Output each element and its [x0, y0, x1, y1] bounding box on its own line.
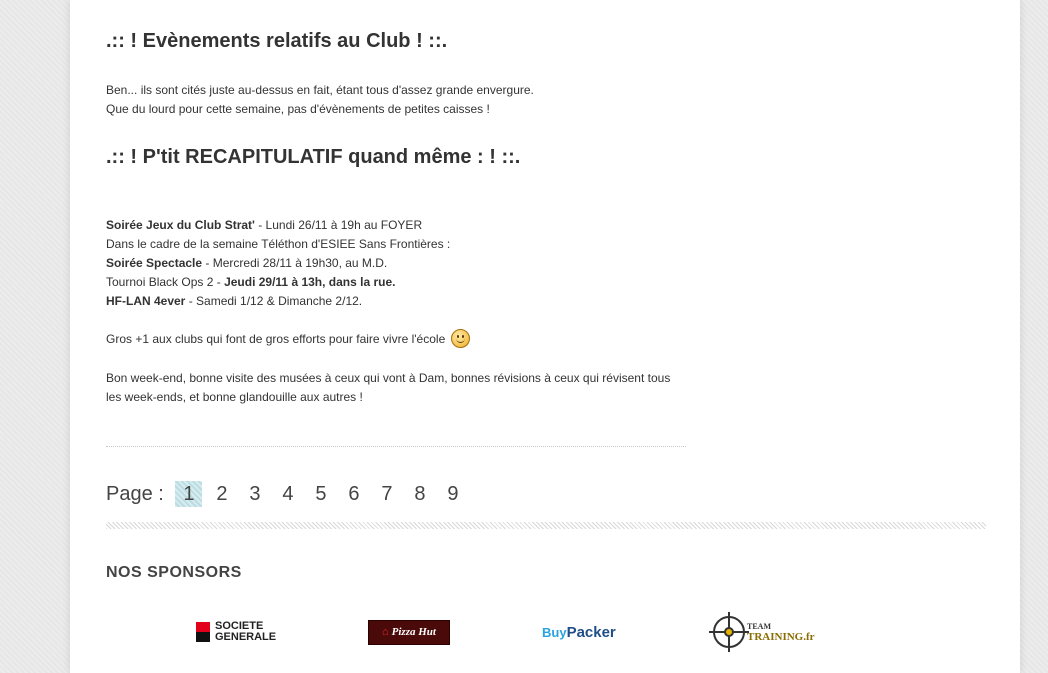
events-line-1: Ben... ils sont cités juste au-dessus en…	[106, 83, 534, 97]
content-page: .:: ! Evènements relatifs au Club ! ::. …	[70, 0, 1020, 673]
recap-item-5: HF-LAN 4ever - Samedi 1/12 & Dimanche 2/…	[106, 292, 362, 311]
page-link-2[interactable]: 2	[208, 481, 235, 507]
hatched-divider	[106, 522, 986, 529]
sponsor-buypacker[interactable]: Buy Packer	[542, 610, 616, 654]
dotted-divider	[106, 446, 686, 447]
recap-item-2: Dans le cadre de la semaine Téléthon d'E…	[106, 237, 451, 251]
pizza-hut-logo: ⌂ Pizza Hut	[368, 619, 450, 645]
team-training-wordmark: TEAM TRAINING.fr	[747, 622, 815, 643]
recap-item-4-prefix: Tournoi Black Ops 2 -	[106, 275, 225, 289]
recap-item-5-bold: HF-LAN 4ever	[106, 294, 186, 308]
weekend-line-1: Bon week-end, bonne visite des musées à …	[106, 371, 671, 385]
crosshair-icon	[709, 612, 749, 652]
buypacker-buy: Buy	[542, 624, 567, 640]
weekend-line-2: les week-ends, et bonne glandouille aux …	[106, 390, 363, 404]
thanks-text: Gros +1 aux clubs qui font de gros effor…	[106, 332, 446, 346]
thanks-line: Gros +1 aux clubs qui font de gros effor…	[106, 329, 470, 349]
page-link-6[interactable]: 6	[340, 481, 367, 507]
events-line-2: Que du lourd pour cette semaine, pas d'é…	[106, 102, 490, 116]
sponsor-societe-generale[interactable]: SOCIETE GENERALE	[196, 610, 276, 654]
pagination-label: Page :	[106, 483, 164, 505]
pizza-hut-roof-icon: ⌂	[382, 626, 389, 638]
recap-item-4-bold: Jeudi 29/11 à 13h, dans la rue.	[224, 275, 396, 289]
pagination: Page : 123456789	[106, 481, 472, 507]
page-link-3[interactable]: 3	[241, 481, 268, 507]
sponsor-team-training[interactable]: TEAM TRAINING.fr	[709, 610, 815, 654]
recap-item-3: Soirée Spectacle - Mercredi 28/11 à 19h3…	[106, 254, 387, 273]
recap-item-3-rest: - Mercredi 28/11 à 19h30, au M.D.	[202, 256, 388, 270]
page-link-1[interactable]: 1	[175, 481, 203, 507]
sponsor-pizza-hut[interactable]: ⌂ Pizza Hut	[368, 610, 450, 654]
recap-section-title: .:: ! P'tit RECAPITULATIF quand même : !…	[106, 146, 521, 168]
smiley-icon	[450, 329, 470, 349]
buypacker-packer: Packer	[566, 623, 616, 641]
events-section-title: .:: ! Evènements relatifs au Club ! ::.	[106, 30, 448, 52]
recap-item-1: Soirée Jeux du Club Strat' - Lundi 26/11…	[106, 216, 422, 235]
recap-item-1-rest: - Lundi 26/11 à 19h au FOYER	[254, 218, 423, 232]
page-link-5[interactable]: 5	[307, 481, 334, 507]
page-link-9[interactable]: 9	[439, 481, 466, 507]
page-link-8[interactable]: 8	[406, 481, 433, 507]
page-link-4[interactable]: 4	[274, 481, 301, 507]
societe-generale-wordmark: SOCIETE GENERALE	[215, 620, 277, 643]
recap-item-4: Tournoi Black Ops 2 - Jeudi 29/11 à 13h,…	[106, 273, 395, 292]
recap-item-1-bold: Soirée Jeux du Club Strat'	[106, 218, 255, 232]
recap-item-3-bold: Soirée Spectacle	[106, 256, 203, 270]
sponsors-title: NOS SPONSORS	[106, 564, 242, 581]
page-link-7[interactable]: 7	[373, 481, 400, 507]
recap-item-5-rest: - Samedi 1/12 & Dimanche 2/12.	[185, 294, 363, 308]
societe-generale-logo-icon	[196, 622, 210, 642]
